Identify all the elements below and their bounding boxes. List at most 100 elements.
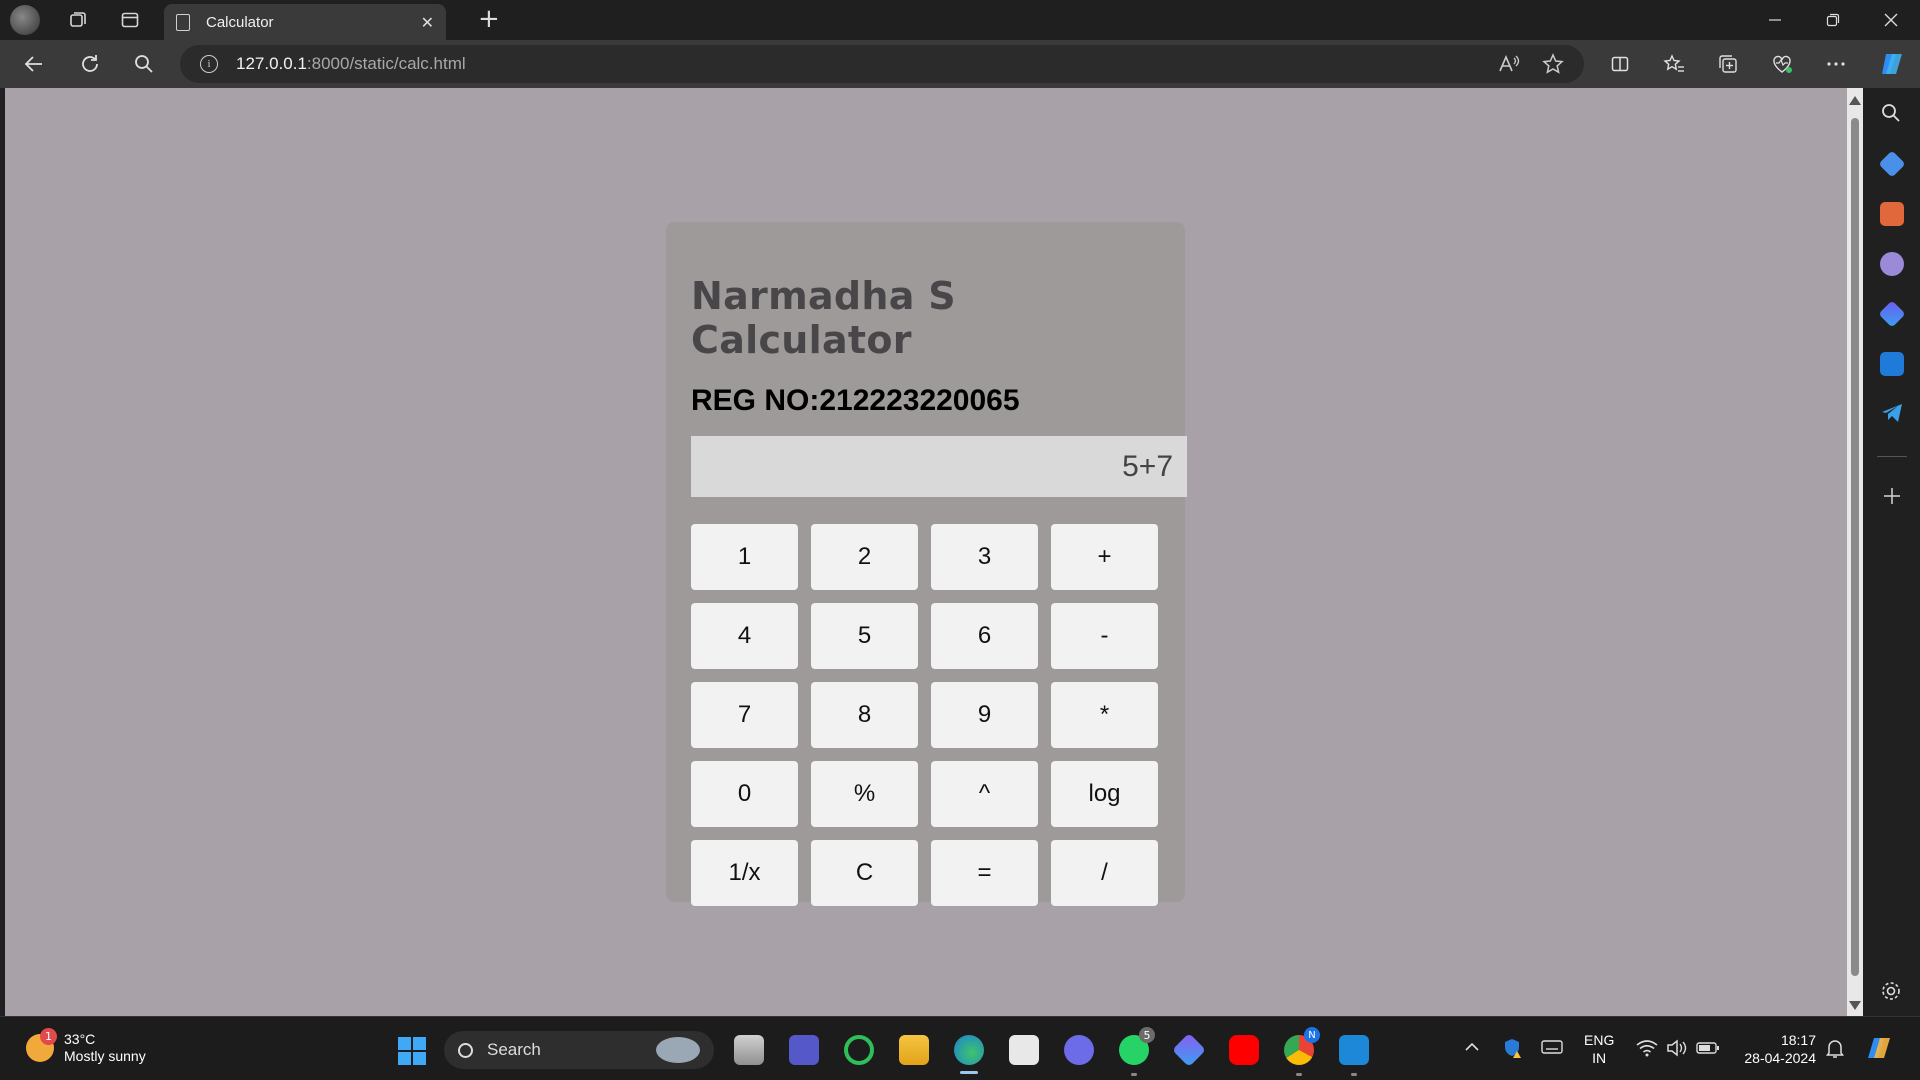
show-hidden-icons-chevron-icon[interactable]: [1464, 1039, 1480, 1057]
calculator-display[interactable]: 5+7: [691, 436, 1187, 497]
key-2[interactable]: 2: [811, 524, 918, 590]
scroll-up-icon[interactable]: [1849, 96, 1861, 105]
favorites-icon[interactable]: [1656, 46, 1692, 82]
outlook-icon[interactable]: [1880, 352, 1904, 376]
input-language[interactable]: ENG IN: [1584, 1031, 1614, 1067]
copilot-icon[interactable]: [1874, 46, 1910, 82]
edge-sidebar: [1863, 88, 1920, 1016]
read-aloud-icon[interactable]: [1498, 54, 1520, 78]
restore-icon[interactable]: [1804, 0, 1862, 40]
microsoft-store-icon[interactable]: [1009, 1035, 1039, 1065]
back-arrow-icon[interactable]: [16, 46, 52, 82]
favorite-star-icon[interactable]: [1542, 53, 1564, 79]
security-shield-icon[interactable]: [1502, 1037, 1524, 1064]
sidebar-search-icon[interactable]: [1880, 102, 1902, 128]
key-9[interactable]: 9: [931, 682, 1038, 748]
shopping-tag-icon[interactable]: [1878, 150, 1906, 178]
close-window-icon[interactable]: [1862, 0, 1920, 40]
copilot-hex-icon[interactable]: [1878, 300, 1906, 328]
windows-start-icon[interactable]: [398, 1037, 426, 1065]
sidebar-settings-gear-icon[interactable]: [1880, 980, 1902, 1006]
vertical-scrollbar[interactable]: [1847, 88, 1863, 1016]
collections-icon[interactable]: [1710, 46, 1746, 82]
search-highlight-fish-icon: [656, 1037, 700, 1063]
copilot-preview-icon[interactable]: [1866, 1035, 1896, 1068]
keyboard-icon[interactable]: [1541, 1039, 1563, 1060]
key-3[interactable]: 3: [931, 524, 1038, 590]
teams-icon[interactable]: [789, 1035, 819, 1065]
key-1[interactable]: 1: [691, 524, 798, 590]
wifi-icon[interactable]: [1636, 1039, 1658, 1062]
weather-notification-badge: 1: [40, 1028, 57, 1045]
app-a-icon[interactable]: [1064, 1035, 1094, 1065]
clock[interactable]: 18:17 28-04-2024: [1736, 1031, 1816, 1067]
key-log[interactable]: log: [1051, 761, 1158, 827]
task-view-icon[interactable]: [734, 1035, 764, 1065]
sidebar-divider: [1877, 456, 1907, 457]
cortana-ring-icon[interactable]: [844, 1035, 874, 1065]
calculator-title: Narmadha S Calculator: [691, 274, 956, 362]
profile-avatar[interactable]: [10, 5, 40, 35]
battery-icon[interactable]: [1696, 1041, 1720, 1060]
site-info-icon[interactable]: i: [200, 55, 218, 73]
taskbar-search-label: Search: [487, 1040, 541, 1059]
clock-date: 28-04-2024: [1744, 1050, 1816, 1066]
workspaces-icon[interactable]: [62, 4, 94, 36]
key-7[interactable]: 7: [691, 682, 798, 748]
chrome-icon[interactable]: N: [1284, 1027, 1320, 1065]
games-icon[interactable]: [1880, 252, 1904, 276]
taskbar-search[interactable]: Search: [444, 1031, 714, 1069]
key-minus[interactable]: -: [1051, 603, 1158, 669]
key-equals[interactable]: =: [931, 840, 1038, 906]
telegram-icon[interactable]: [1880, 402, 1904, 428]
running-indicator: [1296, 1073, 1302, 1076]
key-power[interactable]: ^: [931, 761, 1038, 827]
key-0[interactable]: 0: [691, 761, 798, 827]
scrollbar-thumb[interactable]: [1851, 118, 1859, 976]
clock-time: 18:17: [1780, 1032, 1816, 1048]
keypad: 1 2 3 +4 5 6- 7 8 9 * 0% ^ log 1/x C = /: [691, 524, 1160, 906]
chrome-profile-badge: N: [1304, 1027, 1320, 1043]
key-multiply[interactable]: *: [1051, 682, 1158, 748]
key-clear[interactable]: C: [811, 840, 918, 906]
weather-widget[interactable]: 1 33°C Mostly sunny: [26, 1028, 146, 1065]
refresh-icon[interactable]: [72, 46, 108, 82]
key-reciprocal[interactable]: 1/x: [691, 840, 798, 906]
key-divide[interactable]: /: [1051, 840, 1158, 906]
copilot-app-icon[interactable]: [1172, 1033, 1206, 1067]
tab-close-icon[interactable]: ✕: [421, 13, 434, 32]
taskbar: 1 33°C Mostly sunny Search 5 N ENG IN 18…: [0, 1016, 1920, 1080]
url-host: 127.0.0.1: [236, 54, 307, 73]
search-magnifier-icon: [458, 1042, 473, 1058]
key-5[interactable]: 5: [811, 603, 918, 669]
whatsapp-icon[interactable]: 5: [1119, 1027, 1155, 1065]
browser-essentials-icon[interactable]: [1764, 46, 1800, 82]
search-icon[interactable]: [126, 46, 162, 82]
language-code: ENG: [1584, 1032, 1615, 1048]
address-bar[interactable]: i 127.0.0.1:8000/static/calc.html: [180, 45, 1584, 83]
reg-number: REG NO:212223220065: [691, 384, 1020, 417]
tab-strip: Calculator ✕ +: [0, 0, 1920, 40]
minimize-icon[interactable]: [1746, 0, 1804, 40]
scroll-down-icon[interactable]: [1849, 1001, 1861, 1010]
key-8[interactable]: 8: [811, 682, 918, 748]
tools-briefcase-icon[interactable]: [1880, 202, 1904, 226]
tab-calculator[interactable]: Calculator ✕: [164, 4, 446, 40]
split-screen-icon[interactable]: [1602, 46, 1638, 82]
new-tab-button[interactable]: +: [478, 4, 500, 34]
file-explorer-icon[interactable]: [899, 1035, 929, 1065]
url-path: :8000/static/calc.html: [306, 54, 466, 73]
weather-temp: 33°C: [64, 1031, 96, 1047]
key-plus[interactable]: +: [1051, 524, 1158, 590]
add-sidebar-app-icon[interactable]: [1882, 486, 1902, 510]
youtube-icon[interactable]: [1229, 1035, 1259, 1065]
key-percent[interactable]: %: [811, 761, 918, 827]
more-options-icon[interactable]: [1818, 46, 1854, 82]
key-6[interactable]: 6: [931, 603, 1038, 669]
edge-browser-icon[interactable]: [954, 1035, 984, 1074]
vscode-icon[interactable]: [1339, 1035, 1369, 1065]
volume-icon[interactable]: [1666, 1039, 1688, 1062]
vertical-tabs-icon[interactable]: [114, 4, 146, 36]
key-4[interactable]: 4: [691, 603, 798, 669]
notifications-bell-icon[interactable]: [1826, 1039, 1844, 1064]
